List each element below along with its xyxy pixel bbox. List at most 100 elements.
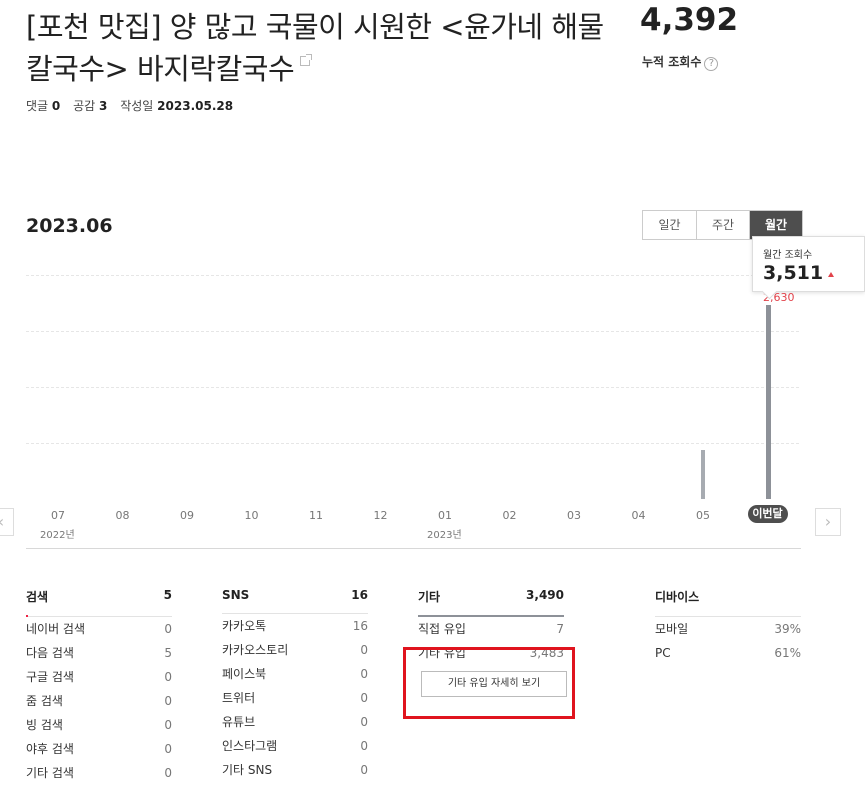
row-label: 네이버 검색 [26,622,86,636]
x-tick-label: 04 [631,509,646,522]
list-item: 트위터 0 [222,686,368,710]
grid-line [26,387,799,388]
row-label: 빙 검색 [26,718,63,732]
next-button[interactable]: › [815,508,841,536]
chart-bar[interactable] [701,450,705,499]
x-tick-label: 01 [438,509,452,522]
row-label: 유튜브 [222,715,256,729]
list-item: 네이버 검색 0 [26,617,172,641]
row-value: 5 [164,646,172,660]
row-label: 페이스북 [222,667,267,681]
stats-search: 검색 5 네이버 검색 0 다음 검색 5 구글 검색 0 줌 검색 0 빙 검색 0 야… [26,588,172,785]
sns-title: SNS [222,588,250,602]
x-tick-label: 05 [696,509,710,522]
post-title-text[interactable]: [포천 맛집] 양 많고 국물이 시원한 <윤가네 해물칼국수> 바지락칼국수 [26,10,604,86]
x-tick-label: 07 [51,509,65,522]
row-value: 16 [352,619,368,633]
x-tick-label: 12 [373,509,388,522]
tooltip-label: 월간 조회수 [763,250,813,261]
row-label: 트위터 [222,691,256,705]
post-title[interactable]: [포천 맛집] 양 많고 국물이 시원한 <윤가네 해물칼국수> 바지락칼국수 [26,6,606,90]
row-label: 카카오스토리 [222,643,289,657]
tab-weekly[interactable]: 주간 [696,211,749,239]
row-label: 직접 유입 [418,622,466,636]
row-value: 0 [360,763,368,777]
tab-monthly[interactable]: 월간 [749,211,802,239]
x-tick-label: 08 [115,509,130,522]
x-tick-label: 11 [309,509,323,522]
post-meta: 댓글 0 공감 3 작성일 2023.05.28 [26,97,242,114]
row-value: 0 [360,667,368,681]
etc-header: 기타 3,490 [418,588,564,617]
row-label: 야후 검색 [26,742,74,756]
row-label: 기타 검색 [26,766,74,780]
list-item: 기타 검색 0 [26,761,172,785]
total-views-label: 누적 조회수? [642,53,719,71]
axis-divider [26,548,801,549]
help-icon[interactable]: ? [704,57,719,71]
tooltip-value: 3,511 [763,262,824,284]
tab-daily[interactable]: 일간 [643,211,696,239]
list-item: 야후 검색 0 [26,737,172,761]
grid-line [26,275,799,276]
x-tick-label: 이번달 [747,505,788,523]
row-value: 0 [164,766,172,780]
row-value: 0 [164,694,172,708]
list-item: 구글 검색 0 [26,665,172,689]
list-item: 다음 검색 5 [26,641,172,665]
row-value: 0 [360,739,368,753]
comments-label: 댓글 [26,99,49,113]
list-item: 기타 SNS 0 [222,758,368,782]
x-tick-label: 09 [180,509,194,522]
etc-title: 기타 [418,590,441,604]
device-header: 디바이스 [655,588,801,617]
row-label: 인스타그램 [222,739,278,753]
sns-header: SNS 16 [222,588,368,614]
total-views-value: 4,392 [640,2,739,38]
chart-tooltip: 월간 조회수 3,5112,630 [752,236,865,304]
search-share-bar [26,615,28,617]
stats-sns: SNS 16 카카오톡 16 카카오스토리 0 페이스북 0 트위터 0 유튜브 0 인스… [222,588,368,782]
highlight-box [403,647,575,719]
row-value: 0 [360,691,368,705]
row-value: 39% [774,622,801,636]
likes-count: 3 [99,99,108,113]
x-tick-label: 02 [502,509,517,522]
list-item: 유튜브 0 [222,710,368,734]
row-label: PC [655,646,671,660]
row-value: 61% [774,646,801,660]
list-item: 모바일 39% [655,617,801,641]
prev-button[interactable]: ‹ [0,508,14,536]
list-item: 빙 검색 0 [26,713,172,737]
list-item: 카카오스토리 0 [222,638,368,662]
external-link-icon[interactable] [300,54,313,66]
tooltip-value-row: 3,5112,630 [763,262,854,306]
row-value: 0 [360,643,368,657]
comments-count: 0 [51,99,61,113]
total-views-label-text: 누적 조회수 [642,55,702,69]
chart-bar[interactable] [765,305,771,499]
date-label: 작성일 [120,99,154,113]
list-item: 인스타그램 0 [222,734,368,758]
list-item: 직접 유입 7 [418,617,564,641]
search-total: 5 [163,588,172,602]
sns-total: 16 [351,588,368,602]
row-value: 0 [164,742,172,756]
row-value: 0 [360,715,368,729]
row-value: 7 [556,622,564,636]
search-title: 검색 [26,590,49,604]
search-header: 검색 5 [26,588,172,617]
list-item: 줌 검색 0 [26,689,172,713]
etc-total: 3,490 [526,588,564,602]
year-label-2023: 2023년 [427,530,462,541]
year-label-2022: 2022년 [40,530,75,541]
row-value: 0 [164,670,172,684]
list-item: PC 61% [655,641,801,665]
row-label: 기타 SNS [222,763,273,777]
row-label: 구글 검색 [26,670,74,684]
grid-line [26,331,799,332]
row-label: 카카오톡 [222,619,267,633]
chart-period: 2023.06 [26,215,113,237]
x-tick-label: 10 [244,509,259,522]
likes-label: 공감 [73,99,96,113]
